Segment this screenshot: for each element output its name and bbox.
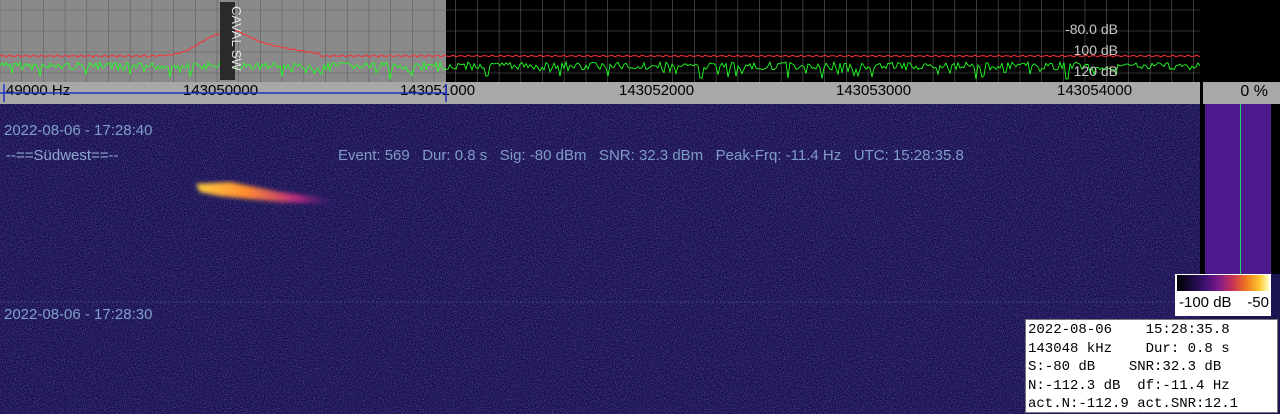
level-line <box>1240 104 1241 274</box>
spectrum-display[interactable]: CAVAL SW -80.0 dB 100 dB 120 dB <box>0 0 1200 82</box>
level-meter <box>1200 104 1280 274</box>
db-label-mid: 100 dB <box>1073 42 1118 58</box>
freq-ticks <box>0 84 447 102</box>
scale-max: -50 <box>1247 294 1269 311</box>
info-line: N:-112.3 dB df:-11.4 Hz <box>1028 377 1230 394</box>
percent-value: 0 % <box>1240 83 1268 100</box>
station-label: --==Südwest==-- <box>6 147 119 164</box>
timestamp-top: 2022-08-06 - 17:28:40 <box>4 122 153 139</box>
marker-label: CAVAL SW <box>229 6 244 72</box>
percent-indicator: 0 % <box>1203 82 1280 104</box>
waterfall-display[interactable]: 2022-08-06 - 17:28:40 --==Südwest==-- Ev… <box>0 104 1200 414</box>
level-bar <box>1205 104 1271 274</box>
info-line: 2022-08-06 15:28:35.8 <box>1028 322 1230 338</box>
event-info: Event: 569 Dur: 0.8 s Sig: -80 dBm SNR: … <box>338 147 964 164</box>
db-label-top: -80.0 dB <box>1065 21 1118 37</box>
scale-min: -100 dB <box>1179 294 1232 311</box>
event-info-box: 2022-08-06 15:28:35.8 143048 kHz Dur: 0.… <box>1025 319 1278 413</box>
db-label-bottom: 120 dB <box>1073 63 1118 79</box>
info-line: S:-80 dB SNR:32.3 dB <box>1028 359 1222 375</box>
info-line: 143048 kHz Dur: 0.8 s <box>1028 340 1230 357</box>
color-gradient <box>1177 275 1269 291</box>
frequency-axis[interactable]: 49000 Hz 143050000 143051000 143052000 1… <box>0 82 1200 104</box>
timestamp-bottom: 2022-08-06 - 17:28:30 <box>4 306 153 323</box>
color-scale: -100 dB -50 <box>1175 274 1271 316</box>
meter-header <box>1200 0 1280 82</box>
spectrum-plot: CAVAL SW <box>0 0 1200 82</box>
info-line: act.N:-112.9 act.SNR:12.1 <box>1028 396 1239 412</box>
